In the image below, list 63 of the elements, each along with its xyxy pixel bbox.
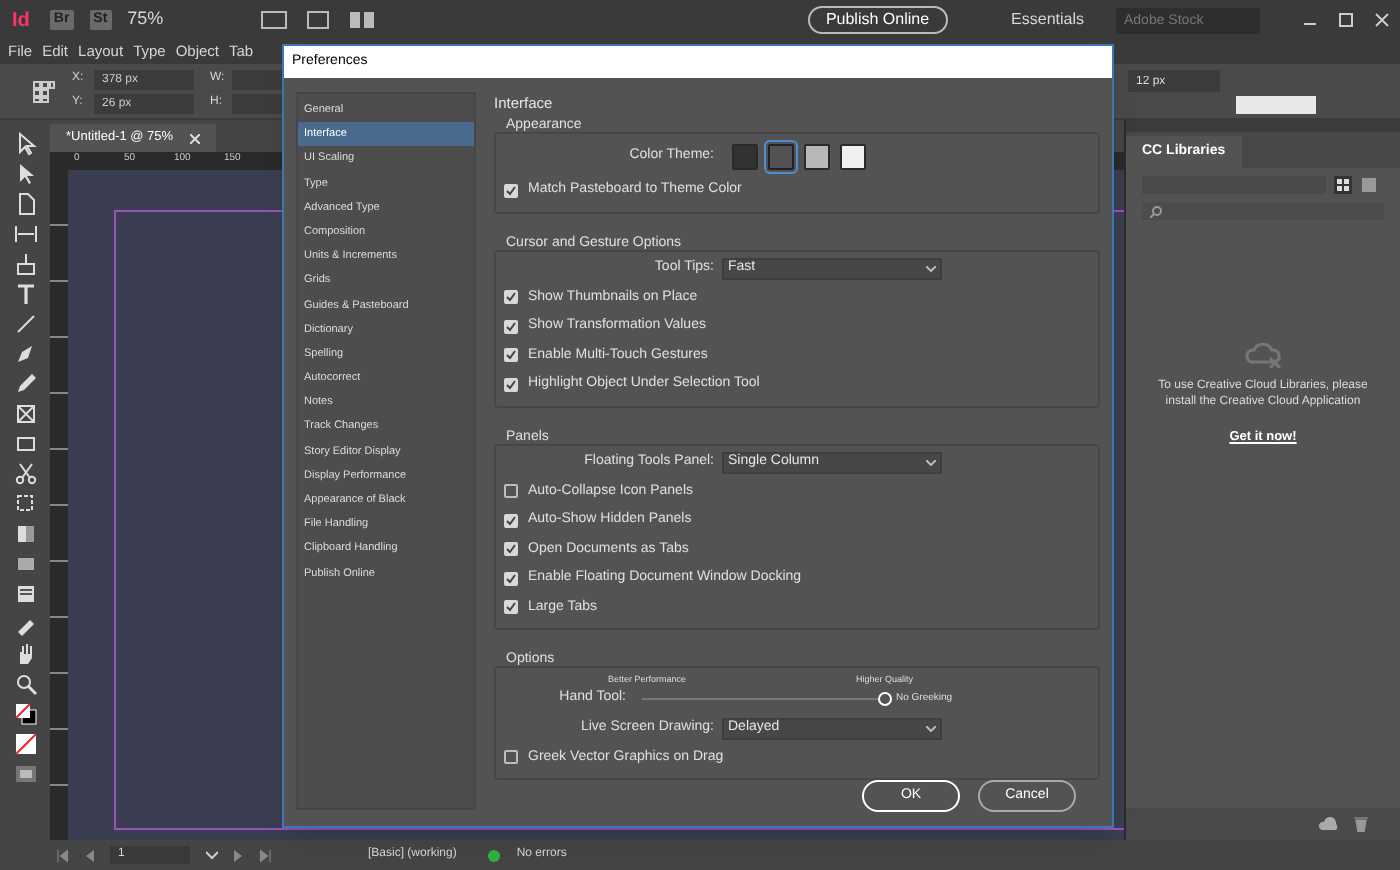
pencil-icon[interactable] xyxy=(13,372,37,396)
caret-icon[interactable] xyxy=(206,849,218,861)
workspace-dropdown[interactable]: Essentials xyxy=(1011,8,1084,32)
theme-swatch[interactable] xyxy=(768,143,794,169)
checkbox[interactable] xyxy=(504,571,518,586)
page-icon[interactable] xyxy=(13,192,37,216)
next-page-icon[interactable] xyxy=(234,849,244,861)
cloud-icon[interactable] xyxy=(1318,816,1338,832)
transform-icon[interactable] xyxy=(13,492,37,516)
maximize-icon[interactable] xyxy=(1336,10,1356,30)
line-icon[interactable] xyxy=(13,312,37,336)
theme-swatch[interactable] xyxy=(732,143,758,169)
first-page-icon[interactable] xyxy=(56,849,68,861)
checkbox[interactable] xyxy=(504,377,518,392)
close-icon[interactable] xyxy=(1372,10,1392,30)
cloud-disconnected-icon xyxy=(1243,340,1283,368)
checkbox[interactable] xyxy=(504,348,518,363)
content-collector-icon[interactable] xyxy=(13,252,37,276)
stroke-type-field[interactable] xyxy=(1236,96,1316,114)
publish-button[interactable]: Publish Online xyxy=(807,6,948,34)
layout-icon[interactable] xyxy=(259,10,288,30)
theme-swatch[interactable] xyxy=(840,143,866,169)
gradient-feather-icon[interactable] xyxy=(13,552,37,576)
screen-mode-icon[interactable] xyxy=(13,762,37,786)
caret-icon xyxy=(926,265,936,271)
scissors-icon[interactable] xyxy=(13,462,37,486)
checkbox[interactable] xyxy=(504,750,518,765)
note-icon[interactable] xyxy=(13,582,37,606)
caret-icon xyxy=(926,725,936,731)
checkbox[interactable] xyxy=(504,183,518,198)
reference-point-icon[interactable] xyxy=(32,79,56,103)
list-view-icon[interactable] xyxy=(1360,176,1378,194)
last-page-icon[interactable] xyxy=(260,849,272,861)
status-dot-icon xyxy=(488,849,501,861)
rectangle-icon[interactable] xyxy=(13,432,37,456)
none-swatch-icon[interactable] xyxy=(13,732,37,756)
zoom-icon[interactable] xyxy=(13,672,37,696)
app-logo: Id xyxy=(10,7,32,35)
frame-icon[interactable] xyxy=(13,402,37,426)
close-icon[interactable] xyxy=(189,133,200,143)
type-tool-icon[interactable] xyxy=(13,282,37,306)
arrange-icon[interactable] xyxy=(347,10,376,30)
theme-swatch[interactable] xyxy=(804,143,830,169)
fill-stroke-swatch-icon[interactable] xyxy=(13,702,37,726)
pen-icon[interactable] xyxy=(13,342,37,366)
checkbox[interactable] xyxy=(504,600,518,615)
trash-icon[interactable] xyxy=(1354,816,1368,832)
library-search-field[interactable] xyxy=(1142,202,1384,220)
slider-thumb[interactable] xyxy=(877,691,891,706)
selection-arrow-icon[interactable] xyxy=(13,132,37,156)
checkbox[interactable] xyxy=(504,542,518,557)
screen-mode-icon[interactable] xyxy=(303,10,332,30)
caret-icon xyxy=(926,459,936,465)
zoom-dropdown[interactable]: 75% xyxy=(127,6,244,34)
checkbox[interactable] xyxy=(504,290,518,305)
checkbox[interactable] xyxy=(504,319,518,334)
checkbox[interactable] xyxy=(504,484,518,499)
search-icon xyxy=(1150,205,1162,217)
gap-icon[interactable] xyxy=(13,222,37,246)
grid-view-icon[interactable] xyxy=(1334,176,1352,194)
gradient-icon[interactable] xyxy=(13,522,37,546)
checkbox[interactable] xyxy=(504,513,518,528)
previous-page-icon[interactable] xyxy=(84,849,94,861)
